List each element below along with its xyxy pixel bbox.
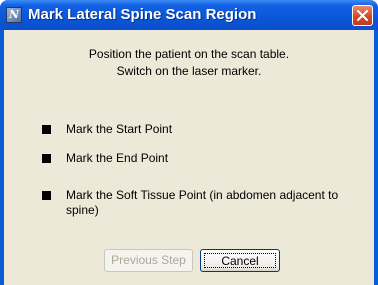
- title-bar[interactable]: N Mark Lateral Spine Scan Region: [0, 0, 378, 30]
- cancel-button-label: Cancel: [204, 253, 276, 268]
- bullet-icon: [42, 191, 51, 200]
- close-button[interactable]: [352, 5, 373, 26]
- step-label: Mark the Start Point: [66, 122, 173, 136]
- bullet-icon: [42, 154, 51, 163]
- window-title: Mark Lateral Spine Scan Region: [28, 6, 257, 23]
- previous-step-button[interactable]: Previous Step: [104, 249, 193, 272]
- dialog-body: Position the patient on the scan table. …: [4, 30, 374, 285]
- bullet-icon: [42, 125, 51, 134]
- dialog-window: N Mark Lateral Spine Scan Region Positio…: [0, 0, 378, 285]
- cancel-button[interactable]: Cancel: [200, 249, 280, 272]
- app-icon: N: [6, 7, 22, 23]
- instruction-line-2: Switch on the laser marker.: [116, 64, 262, 78]
- close-icon: [357, 10, 368, 21]
- step-label: Mark the End Point: [66, 151, 169, 165]
- instructions: Position the patient on the scan table. …: [4, 46, 374, 80]
- instruction-line-1: Position the patient on the scan table.: [88, 47, 290, 61]
- step-label: Mark the Soft Tissue Point (in abdomen a…: [66, 188, 339, 217]
